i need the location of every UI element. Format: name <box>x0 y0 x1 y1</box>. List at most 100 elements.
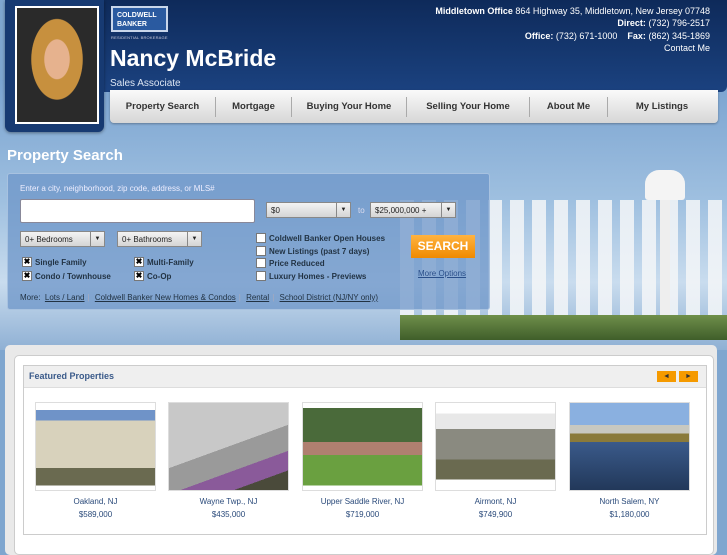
property-card[interactable]: Upper Saddle River, NJ $719,000 <box>302 402 423 519</box>
property-location[interactable]: North Salem, NY <box>569 497 690 506</box>
office-phone: (732) 671-1000 <box>555 30 618 41</box>
main-nav: Property Search Mortgage Buying Your Hom… <box>110 90 718 123</box>
property-photo[interactable] <box>435 402 556 491</box>
checkbox[interactable] <box>256 271 266 281</box>
agent-photo <box>15 6 99 124</box>
rental-link[interactable]: Rental <box>246 293 269 302</box>
chevron-down-icon: ▼ <box>90 232 104 246</box>
type-label: Single Family <box>35 257 87 267</box>
property-photo[interactable] <box>35 402 156 491</box>
search-prompt: Enter a city, neighborhood, zip code, ad… <box>20 184 215 193</box>
checkbox[interactable] <box>256 233 266 243</box>
checkbox-checked[interactable]: ✖ <box>22 271 32 281</box>
filter-luxury[interactable]: Luxury Homes - Previews <box>256 271 366 281</box>
property-location[interactable]: Oakland, NJ <box>35 497 156 506</box>
checkbox-checked[interactable]: ✖ <box>22 257 32 267</box>
checkbox[interactable] <box>256 258 266 268</box>
to-label: to <box>358 206 365 215</box>
office-phone-label: Office: <box>524 30 554 41</box>
search-button[interactable]: SEARCH <box>411 235 475 258</box>
property-location[interactable]: Wayne Twp., NJ <box>168 497 289 506</box>
checkbox-checked[interactable]: ✖ <box>134 257 144 267</box>
featured-properties: Featured Properties ◄ ► Oakland, NJ $589,… <box>23 365 707 535</box>
filter-new-listings[interactable]: New Listings (past 7 days) <box>256 246 369 256</box>
nav-mortgage[interactable]: Mortgage <box>216 96 292 117</box>
property-location[interactable]: Upper Saddle River, NJ <box>302 497 423 506</box>
direct-phone: (732) 796-2517 <box>648 18 710 29</box>
contact-me-link[interactable]: Contact Me <box>664 43 710 53</box>
nav-buying[interactable]: Buying Your Home <box>292 96 407 117</box>
filter-label: New Listings (past 7 days) <box>269 246 370 256</box>
next-arrow-icon[interactable]: ► <box>679 371 698 382</box>
type-label: Condo / Townhouse <box>35 271 111 281</box>
property-photo[interactable] <box>569 402 690 491</box>
min-price-value: $0 <box>271 206 280 215</box>
more-label: More: <box>20 293 41 302</box>
type-condo-townhouse[interactable]: ✖ Condo / Townhouse <box>22 271 111 281</box>
bedrooms-select[interactable]: 0+ Bedrooms ▼ <box>20 231 105 247</box>
direct-label: Direct: <box>617 18 646 29</box>
nav-about-me[interactable]: About Me <box>530 96 608 117</box>
logo-subtitle: RESIDENTIAL BROKERAGE <box>111 35 168 40</box>
search-input[interactable] <box>20 199 255 223</box>
grass-image <box>400 315 727 340</box>
max-price-select[interactable]: $25,000,000 + ▼ <box>370 202 456 218</box>
featured-title: Featured Properties <box>29 371 115 381</box>
nav-my-listings[interactable]: My Listings <box>608 97 716 117</box>
type-co-op[interactable]: ✖ Co-Op <box>134 271 171 281</box>
filter-label: Coldwell Banker Open Houses <box>269 233 386 243</box>
property-location[interactable]: Airmont, NJ <box>435 497 556 506</box>
bathrooms-value: 0+ Bathrooms <box>122 235 173 244</box>
max-price-value: $25,000,000 + <box>375 206 427 215</box>
property-price: $719,000 <box>345 510 380 519</box>
more-links: More: Lots / Land | Coldwell Banker New H… <box>20 293 379 302</box>
bathrooms-select[interactable]: 0+ Bathrooms ▼ <box>117 231 202 247</box>
property-price: $435,000 <box>211 510 246 519</box>
filter-label: Price Reduced <box>269 258 325 268</box>
lots-land-link[interactable]: Lots / Land <box>45 293 85 302</box>
new-homes-link[interactable]: Coldwell Banker New Homes & Condos <box>95 293 236 302</box>
nav-property-search[interactable]: Property Search <box>110 96 216 117</box>
type-multi-family[interactable]: ✖ Multi-Family <box>134 257 194 267</box>
contact-info: Middletown Office 864 Highway 35, Middle… <box>435 5 710 54</box>
min-price-select[interactable]: $0 ▼ <box>266 202 351 218</box>
agent-title: Sales Associate <box>110 78 181 89</box>
more-options-link[interactable]: More Options <box>418 269 466 278</box>
featured-header: Featured Properties ◄ ► <box>24 366 706 388</box>
property-card[interactable]: Wayne Twp., NJ $435,000 <box>168 402 289 519</box>
type-label: Multi-Family <box>147 257 194 267</box>
filter-price-reduced[interactable]: Price Reduced <box>256 258 325 268</box>
property-price: $589,000 <box>78 510 113 519</box>
search-panel: Enter a city, neighborhood, zip code, ad… <box>7 173 490 310</box>
fax-label: Fax: <box>627 30 646 41</box>
property-search-heading: Property Search <box>7 147 123 164</box>
chevron-down-icon: ▼ <box>187 232 201 246</box>
checkbox[interactable] <box>256 246 266 256</box>
mailbox-post <box>660 198 670 328</box>
filter-open-houses[interactable]: Coldwell Banker Open Houses <box>256 233 385 243</box>
bedrooms-value: 0+ Bedrooms <box>25 235 73 244</box>
type-single-family[interactable]: ✖ Single Family <box>22 257 87 267</box>
nav-selling[interactable]: Selling Your Home <box>407 96 530 117</box>
chevron-down-icon: ▼ <box>441 203 455 217</box>
fax-number: (862) 345-1869 <box>648 30 710 41</box>
mailbox-image <box>645 170 685 200</box>
property-price: $749,900 <box>478 510 513 519</box>
checkbox-checked[interactable]: ✖ <box>134 271 144 281</box>
school-district-link[interactable]: School District (NJ/NY only) <box>280 293 379 302</box>
prev-arrow-icon[interactable]: ◄ <box>657 371 676 382</box>
coldwell-banker-logo[interactable]: COLDWELL BANKER <box>111 6 168 32</box>
agent-photo-card <box>5 0 104 132</box>
property-card[interactable]: Airmont, NJ $749,900 <box>435 402 556 519</box>
property-price: $1,180,000 <box>609 510 650 519</box>
chevron-down-icon: ▼ <box>336 203 350 217</box>
office-label: Middletown Office <box>435 6 513 16</box>
filter-label: Luxury Homes - Previews <box>269 271 367 281</box>
property-photo[interactable] <box>168 402 289 491</box>
agent-name: Nancy McBride <box>110 45 277 71</box>
property-photo[interactable] <box>302 402 423 491</box>
office-address: 864 Highway 35, Middletown, New Jersey 0… <box>515 6 710 16</box>
property-card[interactable]: North Salem, NY $1,180,000 <box>569 402 690 519</box>
type-label: Co-Op <box>147 271 172 281</box>
property-card[interactable]: Oakland, NJ $589,000 <box>35 402 156 519</box>
